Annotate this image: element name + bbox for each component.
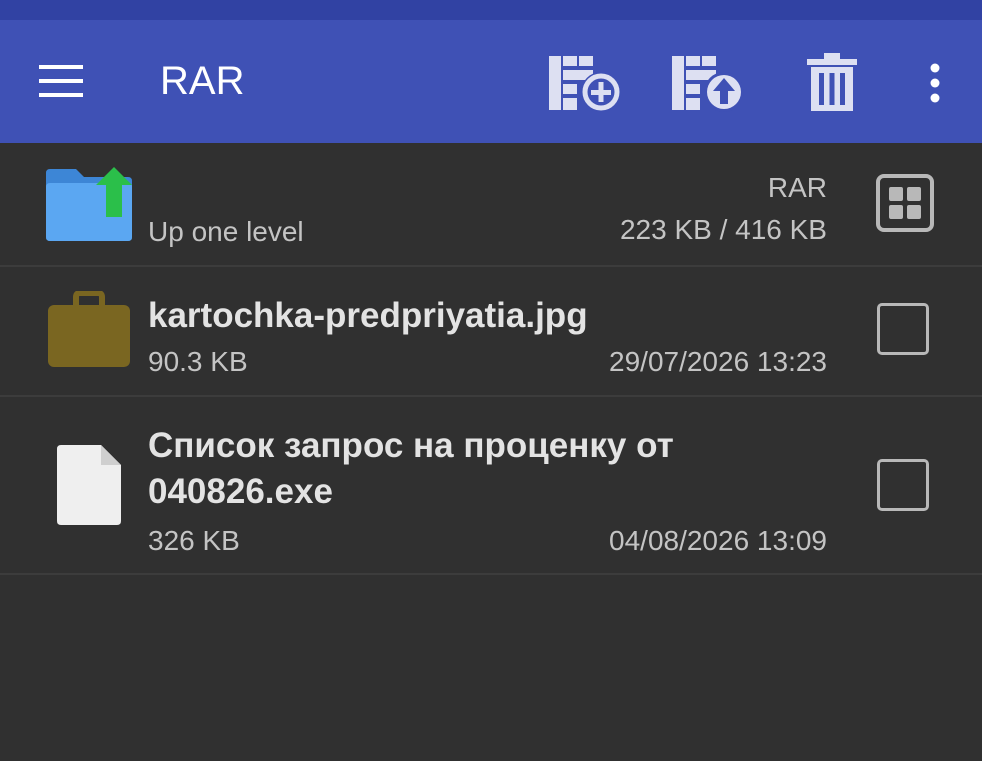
- add-to-archive-button[interactable]: [545, 48, 625, 118]
- file-icon: [57, 445, 121, 525]
- delete-button[interactable]: [792, 48, 872, 118]
- file-row[interactable]: kartochka-predpriyatia.jpg 90.3 KB 29/07…: [0, 267, 982, 397]
- briefcase-icon: [48, 291, 130, 367]
- file-checkbox[interactable]: [877, 303, 929, 355]
- menu-button[interactable]: [30, 50, 92, 112]
- grid-view-icon: [876, 174, 934, 232]
- app-title: RAR: [160, 59, 245, 103]
- add-to-archive-icon: [549, 56, 621, 112]
- app-toolbar: RAR: [0, 20, 982, 143]
- view-mode-button[interactable]: [875, 173, 935, 233]
- archive-size-info: 223 KB / 416 KB: [619, 214, 827, 245]
- up-one-level-label: Up one level: [148, 216, 304, 247]
- file-name: kartochka-predpriyatia.jpg: [148, 296, 588, 335]
- empty-list-area: [0, 575, 982, 761]
- menu-icon: [39, 65, 83, 97]
- file-row[interactable]: Список запрос на проценку от 040826.exe …: [0, 397, 982, 575]
- up-one-level-row[interactable]: Up one level RAR 223 KB / 416 KB: [0, 143, 982, 267]
- status-bar: [0, 0, 982, 20]
- more-vert-icon: [930, 63, 940, 103]
- archive-type-label: RAR: [767, 172, 827, 203]
- file-checkbox[interactable]: [877, 459, 929, 511]
- file-size: 326 KB: [148, 525, 240, 556]
- file-size: 90.3 KB: [148, 346, 248, 377]
- file-name: Список запрос на проценку от 040826.exe: [148, 426, 674, 511]
- more-options-button[interactable]: [895, 48, 975, 118]
- extract-archive-button[interactable]: [668, 48, 748, 118]
- file-date: 04/08/2026 13:09: [609, 525, 827, 556]
- file-date: 29/07/2026 13:23: [609, 346, 827, 377]
- folder-up-icon: [46, 167, 132, 241]
- trash-icon: [807, 53, 857, 111]
- extract-archive-icon: [672, 56, 744, 112]
